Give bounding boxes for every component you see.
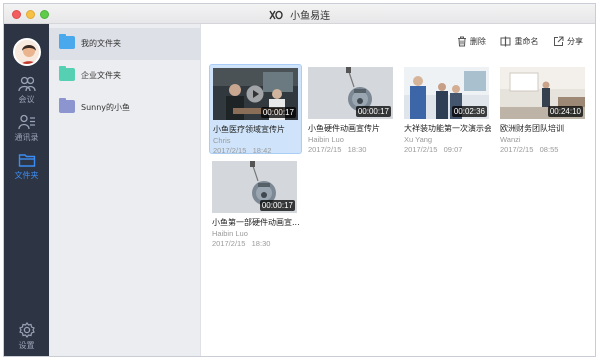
avatar[interactable] (13, 38, 41, 66)
video-title: 欧洲财务团队培训 (500, 124, 564, 133)
gear-icon (18, 322, 35, 338)
video-card[interactable]: 00:00:17 小鱼硬件动画宣传片 Haibin Luo 2017/2/15 … (305, 64, 398, 154)
video-thumbnail: 00:02:36 (404, 67, 489, 119)
video-card[interactable]: 00:24:10 欧洲财务团队培训 Wanzi 2017/2/15 08:55 (497, 64, 590, 154)
sidebar-item-folders[interactable]: 文件夹 (4, 152, 49, 181)
video-datetime: 2017/2/15 09:07 (404, 145, 491, 154)
video-time: 18:30 (347, 145, 367, 154)
video-time: 08:55 (539, 145, 559, 154)
video-time: 09:07 (443, 145, 463, 154)
folder-item-my-folder[interactable]: 我的文件夹 (49, 28, 201, 60)
share-button[interactable]: 分享 (553, 36, 583, 47)
folder-icon (18, 154, 35, 167)
delete-label: 删除 (469, 37, 486, 46)
duration-badge: 00:02:36 (451, 106, 487, 117)
folder-item-enterprise[interactable]: 企业文件夹 (49, 60, 201, 92)
video-datetime: 2017/2/15 18:30 (308, 145, 395, 154)
video-date: 2017/2/15 (308, 145, 342, 154)
delete-button[interactable]: 删除 (457, 36, 486, 47)
app-logo-icon (269, 10, 283, 19)
toolbar: 删除 重命名 分享 (445, 36, 583, 52)
video-title: 小鱼硬件动画宣传片 (308, 124, 380, 133)
video-title: 大祥装功能第一次演示会 (404, 124, 491, 133)
video-datetime: 2017/2/15 08:55 (500, 145, 587, 154)
play-icon[interactable] (246, 85, 264, 103)
video-card[interactable]: 00:02:36 大祥装功能第一次演示会 Xu Yang 2017/2/15 0… (401, 64, 494, 154)
title-bar: 小鱼易连 (4, 4, 595, 24)
video-thumbnail: 00:24:10 (500, 67, 585, 119)
people-icon (17, 76, 36, 92)
video-author: Haibin Luo (308, 135, 344, 144)
folder-list-panel: 我的文件夹 企业文件夹 Sunny的小鱼 (49, 24, 201, 356)
video-thumbnail: 00:00:17 (308, 67, 393, 119)
video-date: 2017/2/15 (212, 239, 246, 248)
video-card[interactable]: 00:00:17 小鱼第一部硬件动画宣... Haibin Luo 2017/2… (209, 158, 302, 248)
window-title: 小鱼易连 (290, 11, 331, 22)
video-card[interactable]: 00:00:17 小鱼医疗领域宣传片 Chris 2017/2/15 18:42 (209, 64, 302, 155)
sidebar-item-settings[interactable]: 设置 (4, 322, 49, 351)
rename-label: 重命名 (514, 37, 539, 46)
video-title: 小鱼第一部硬件动画宣... (212, 218, 299, 227)
window-title-group: 小鱼易连 (4, 7, 595, 22)
video-author: Wanzi (500, 135, 521, 144)
app-window: 小鱼易连 会议 通讯录 文件夹 设置 我的文件夹 企业文件夹 Sunny的小鱼 … (3, 3, 596, 357)
share-label: 分享 (567, 37, 583, 46)
folder-icon (59, 34, 75, 49)
video-time: 18:30 (251, 239, 271, 248)
video-thumbnail: 00:00:17 (213, 68, 298, 120)
folder-label: 企业文件夹 (81, 71, 121, 80)
video-datetime: 2017/2/15 18:42 (213, 146, 298, 155)
avatar-image (15, 40, 39, 64)
video-date: 2017/2/15 (500, 145, 534, 154)
video-author: Chris (213, 136, 231, 145)
sidebar-item-label: 文件夹 (14, 171, 39, 180)
folder-label: 我的文件夹 (81, 39, 121, 48)
sidebar: 会议 通讯录 文件夹 设置 (4, 24, 49, 356)
sidebar-item-contacts[interactable]: 通讯录 (4, 114, 49, 143)
sidebar-item-label: 通讯录 (14, 133, 39, 142)
video-author: Haibin Luo (212, 229, 248, 238)
folder-icon (59, 66, 75, 81)
duration-badge: 00:00:17 (260, 107, 296, 118)
folder-item-sunny[interactable]: Sunny的小鱼 (49, 92, 201, 124)
duration-badge: 00:00:17 (259, 200, 295, 211)
video-date: 2017/2/15 (404, 145, 438, 154)
sidebar-item-label: 设置 (18, 341, 35, 350)
contacts-icon (17, 114, 35, 130)
trash-icon (457, 36, 466, 47)
video-datetime: 2017/2/15 18:30 (212, 239, 299, 248)
sidebar-item-label: 会议 (18, 95, 35, 104)
video-thumbnail: 00:00:17 (212, 161, 297, 213)
rename-icon (500, 36, 511, 47)
share-icon (554, 36, 564, 46)
duration-badge: 00:24:10 (547, 106, 583, 117)
folder-label: Sunny的小鱼 (81, 103, 131, 112)
video-date: 2017/2/15 (213, 146, 247, 155)
video-title: 小鱼医疗领域宣传片 (213, 125, 285, 134)
duration-badge: 00:00:17 (355, 106, 391, 117)
rename-button[interactable]: 重命名 (500, 36, 538, 47)
main-content: 删除 重命名 分享 00:00:17 小鱼医疗领域宣传片 Chris 2017/… (201, 24, 595, 356)
video-author: Xu Yang (404, 135, 433, 144)
video-time: 18:42 (252, 146, 272, 155)
sidebar-item-meetings[interactable]: 会议 (4, 76, 49, 105)
folder-icon (59, 98, 75, 113)
